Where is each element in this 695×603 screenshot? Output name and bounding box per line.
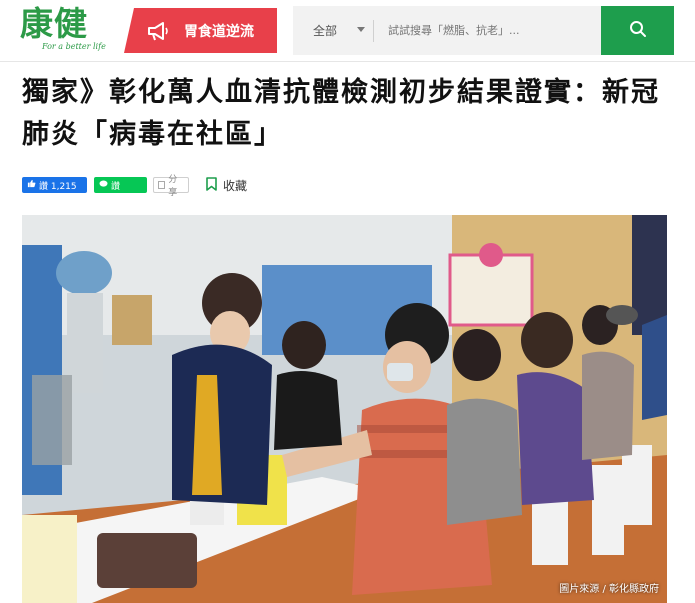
sidebar-edge bbox=[680, 215, 695, 603]
article-title: 獨家》彰化萬人血清抗體檢測初步結果證實：新冠肺炎「病毒在社區」 bbox=[22, 77, 660, 150]
logo-text: 康健 bbox=[20, 4, 88, 43]
photo-caption: 圖片來源 / 彰化縣政府 bbox=[559, 584, 659, 595]
share-icon bbox=[158, 181, 166, 189]
site-header: 康健 For a better life 胃食道逆流 全部 bbox=[0, 0, 695, 62]
line-like-label: 讚 bbox=[111, 181, 121, 192]
share-label: 分享 bbox=[168, 175, 178, 198]
thumbs-up-icon bbox=[27, 179, 36, 191]
logo-tagline: For a better life bbox=[42, 42, 106, 51]
topic-button-label: 胃食道逆流 bbox=[184, 23, 254, 40]
search-button[interactable] bbox=[601, 6, 674, 55]
search-icon bbox=[629, 20, 647, 42]
facebook-like-button[interactable]: 讚 1,215 bbox=[22, 177, 87, 193]
topic-button[interactable]: 胃食道逆流 bbox=[124, 8, 277, 53]
article-photo: 圖片來源 / 彰化縣政府 bbox=[22, 215, 667, 603]
site-logo[interactable]: 康健 For a better life bbox=[20, 4, 112, 56]
share-bar: 讚 1,215 讚 分享 收藏 bbox=[22, 175, 248, 198]
bookmark-icon bbox=[206, 176, 223, 194]
search-category-value: 全部 bbox=[313, 24, 338, 38]
bookmark-button[interactable]: 收藏 bbox=[206, 176, 248, 194]
line-icon bbox=[99, 179, 108, 191]
chevron-down-icon bbox=[357, 27, 365, 32]
facebook-like-label: 讚 1,215 bbox=[39, 181, 77, 192]
line-like-button[interactable]: 讚 bbox=[94, 177, 147, 193]
search-category-select[interactable]: 全部 bbox=[293, 6, 373, 55]
megaphone-icon bbox=[146, 18, 172, 44]
search-bar: 全部 bbox=[293, 6, 601, 55]
bookmark-label: 收藏 bbox=[223, 178, 248, 193]
search-input[interactable] bbox=[374, 6, 601, 55]
share-button[interactable]: 分享 bbox=[153, 175, 189, 198]
